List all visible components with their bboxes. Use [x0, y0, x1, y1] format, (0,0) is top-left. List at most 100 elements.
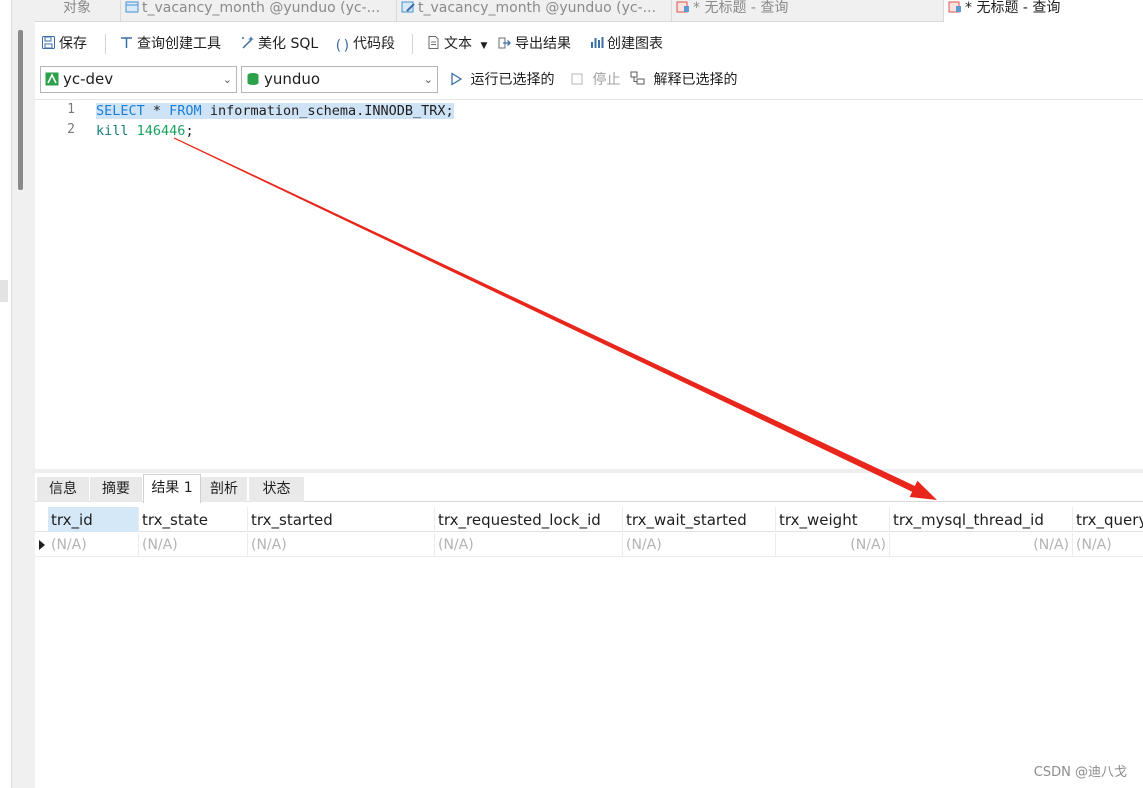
table-cell[interactable]: (N/A): [1073, 533, 1143, 557]
beautify-sql-label: 美化 SQL: [258, 36, 319, 52]
panel-collapse-handle[interactable]: [0, 280, 8, 302]
code-snippet-label: 代码段: [353, 36, 395, 52]
query-builder-button[interactable]: 查询创建工具: [119, 34, 221, 54]
code-snippet-button[interactable]: () 代码段: [334, 34, 395, 54]
save-button[interactable]: 保存: [41, 34, 87, 54]
tab-label: t_vacancy_month @yunduo (yc-...: [142, 0, 381, 16]
save-label: 保存: [59, 36, 87, 52]
tab-profile[interactable]: 剖析: [201, 477, 247, 502]
run-selected-button[interactable]: 运行已选择的: [450, 70, 554, 90]
sql-text: information_schema.INNODB_TRX;: [201, 103, 454, 119]
tab-table-1[interactable]: t_vacancy_month @yunduo (yc-...: [121, 0, 397, 22]
connection-toolbar: yc-dev ⌄ yunduo ⌄ 运行已选择的 停止 解释已选择的: [35, 64, 1143, 96]
sql-editor[interactable]: 1 2 SELECT * FROM information_schema.INN…: [35, 99, 1143, 470]
tab-query-1[interactable]: * 无标题 - 查询: [672, 0, 944, 22]
table-cell[interactable]: (N/A): [139, 533, 248, 557]
explain-icon: [630, 71, 653, 88]
table-cell[interactable]: (N/A): [248, 533, 435, 557]
toolbar-divider: [412, 34, 413, 54]
dropdown-caret-icon: ▼: [480, 41, 488, 51]
tab-result-1[interactable]: 结果 1: [143, 474, 201, 503]
export-icon: [497, 35, 512, 50]
connection-icon: [45, 69, 59, 86]
stop-icon: [571, 72, 592, 88]
watermark: CSDN @迪八戈: [1033, 765, 1127, 780]
magic-wand-icon: [240, 35, 255, 50]
chevron-down-icon: ⌄: [222, 73, 232, 86]
tab-info[interactable]: 信息: [37, 477, 89, 502]
editor-result-splitter[interactable]: [35, 469, 1143, 473]
query-toolbar: 保存 查询创建工具 美化 SQL () 代码段 文本 ▼ 导出结果 创建图表: [35, 28, 1143, 60]
connection-value: yc-dev: [63, 70, 114, 88]
result-grid[interactable]: trx_id trx_state trx_started trx_request…: [35, 507, 1143, 788]
column-header[interactable]: trx_weight: [776, 507, 890, 532]
column-header[interactable]: trx_mysql_thread_id: [890, 507, 1073, 532]
result-tab-bar: 信息 摘要 结果 1 剖析 状态: [35, 474, 1143, 503]
text-output-button[interactable]: 文本 ▼: [426, 34, 487, 54]
code-line-2[interactable]: kill 146446;: [96, 121, 194, 141]
stop-button[interactable]: 停止: [571, 70, 620, 90]
selected-text: SELECT * FROM information_schema.INNODB_…: [96, 103, 454, 119]
query-icon: [948, 1, 962, 13]
code-line-1[interactable]: SELECT * FROM information_schema.INNODB_…: [96, 101, 454, 121]
tab-label: * 无标题 - 查询: [965, 0, 1061, 16]
sql-number: 146446: [136, 123, 186, 139]
text-output-label: 文本: [444, 36, 472, 52]
column-header[interactable]: trx_state: [139, 507, 248, 532]
toolbar-divider: [105, 34, 106, 54]
chart-icon: [589, 35, 604, 50]
table-edit-icon: [401, 1, 415, 13]
column-header[interactable]: trx_id: [48, 507, 139, 532]
tab-bar: 对象 t_vacancy_month @yunduo (yc-... t_vac…: [35, 0, 1143, 22]
table-cell[interactable]: (N/A): [435, 533, 623, 557]
chevron-down-icon: ⌄: [423, 73, 433, 86]
table-cell[interactable]: (N/A): [623, 533, 776, 557]
stop-label: 停止: [592, 72, 621, 88]
tab-label: * 无标题 - 查询: [693, 0, 789, 16]
play-icon: [450, 72, 470, 88]
sql-keyword: SELECT: [96, 103, 145, 119]
column-header[interactable]: trx_started: [248, 507, 435, 532]
column-header[interactable]: trx_query: [1073, 507, 1143, 532]
table-cell[interactable]: (N/A): [48, 533, 139, 557]
run-selected-label: 运行已选择的: [470, 72, 555, 88]
save-icon: [41, 35, 56, 50]
query-builder-label: 查询创建工具: [137, 36, 221, 52]
create-chart-label: 创建图表: [607, 36, 663, 52]
editor-vertical-scrollbar[interactable]: [18, 30, 23, 190]
sql-keyword: FROM: [169, 103, 202, 119]
connection-select[interactable]: yc-dev ⌄: [40, 66, 237, 93]
editor-left-bar: [11, 0, 35, 788]
tab-summary[interactable]: 摘要: [90, 477, 142, 502]
sql-text: *: [144, 103, 170, 119]
column-header[interactable]: trx_wait_started: [623, 507, 776, 532]
table-row[interactable]: (N/A) (N/A) (N/A) (N/A) (N/A) (N/A) (N/A…: [35, 533, 1143, 557]
tab-table-2[interactable]: t_vacancy_month @yunduo (yc-...: [397, 0, 672, 22]
table-icon: [125, 1, 139, 13]
query-icon: [676, 1, 690, 13]
explain-selected-label: 解释已选择的: [653, 72, 738, 88]
tab-query-active[interactable]: * 无标题 - 查询: [944, 0, 1143, 22]
explain-selected-button[interactable]: 解释已选择的: [630, 70, 737, 90]
table-cell[interactable]: (N/A): [776, 533, 890, 557]
database-value: yunduo: [264, 70, 321, 88]
sql-command: kill: [96, 123, 129, 139]
grid-header: trx_id trx_state trx_started trx_request…: [35, 507, 1143, 532]
database-select[interactable]: yunduo ⌄: [241, 66, 438, 93]
document-icon: [426, 35, 441, 50]
column-header[interactable]: trx_requested_lock_id: [435, 507, 623, 532]
left-margin: [0, 0, 11, 788]
beautify-sql-button[interactable]: 美化 SQL: [240, 34, 318, 54]
tab-status[interactable]: 状态: [249, 477, 304, 502]
create-chart-button[interactable]: 创建图表: [589, 34, 663, 54]
database-icon: [246, 69, 260, 85]
line-number: 2: [67, 122, 75, 137]
tab-label: 对象: [63, 0, 91, 16]
tab-label: t_vacancy_month @yunduo (yc-...: [418, 0, 657, 16]
export-results-button[interactable]: 导出结果: [497, 34, 571, 54]
tab-objects[interactable]: 对象: [35, 0, 121, 22]
export-results-label: 导出结果: [515, 36, 571, 52]
line-number-gutter: 1 2: [35, 100, 79, 470]
table-cell[interactable]: (N/A): [890, 533, 1073, 557]
query-builder-icon: [119, 35, 134, 50]
